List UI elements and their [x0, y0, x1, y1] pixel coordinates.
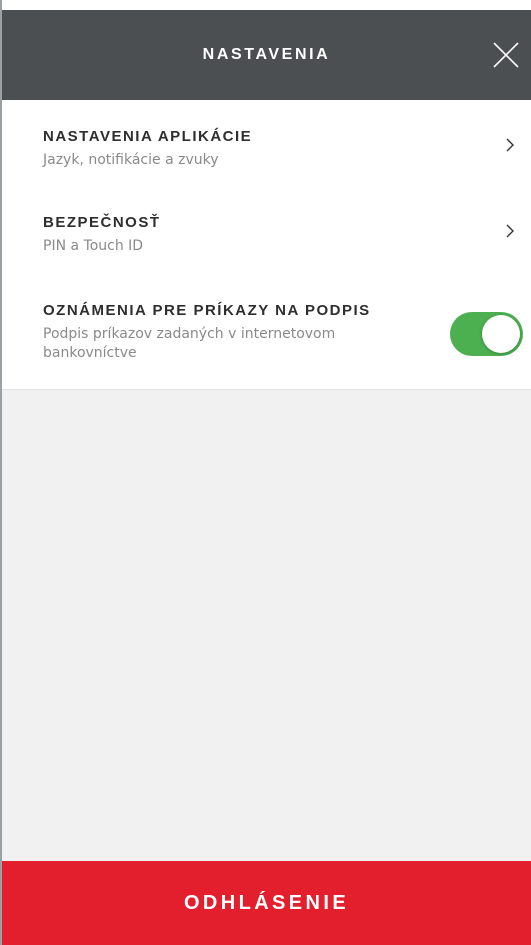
signing-notifications-toggle[interactable]	[450, 312, 523, 356]
settings-list: NASTAVENIA APLIKÁCIE Jazyk, notifikácie …	[2, 100, 531, 390]
chevron-right-icon	[506, 224, 514, 238]
chevron-right-icon	[506, 138, 514, 152]
settings-item-subtitle: Podpis príkazov zadaných v internetovom …	[43, 326, 336, 361]
settings-item-signing-notifications: OZNÁMENIA PRE PRÍKAZY NA PODPIS Podpis p…	[2, 284, 531, 389]
settings-item-title: OZNÁMENIA PRE PRÍKAZY NA PODPIS	[43, 302, 371, 319]
settings-item-title: BEZPEČNOSŤ	[43, 214, 161, 231]
settings-screen: NASTAVENIA NASTAVENIA APLIKÁCIE Jazyk, n…	[0, 0, 531, 945]
close-icon	[493, 42, 519, 68]
settings-item-subtitle: Jazyk, notifikácie a zvuky	[43, 152, 219, 168]
toggle-knob	[482, 315, 520, 353]
header-bar: NASTAVENIA	[2, 0, 531, 100]
settings-item-title: NASTAVENIA APLIKÁCIE	[43, 128, 253, 145]
settings-item-subtitle: PIN a Touch ID	[43, 238, 144, 254]
settings-item-app-settings[interactable]: NASTAVENIA APLIKÁCIE Jazyk, notifikácie …	[2, 100, 531, 190]
close-button[interactable]	[489, 38, 523, 72]
settings-item-security[interactable]: BEZPEČNOSŤ PIN a Touch ID	[2, 190, 531, 284]
logout-button[interactable]: ODHLÁSENIE	[2, 861, 531, 945]
page-title: NASTAVENIA	[202, 46, 331, 63]
